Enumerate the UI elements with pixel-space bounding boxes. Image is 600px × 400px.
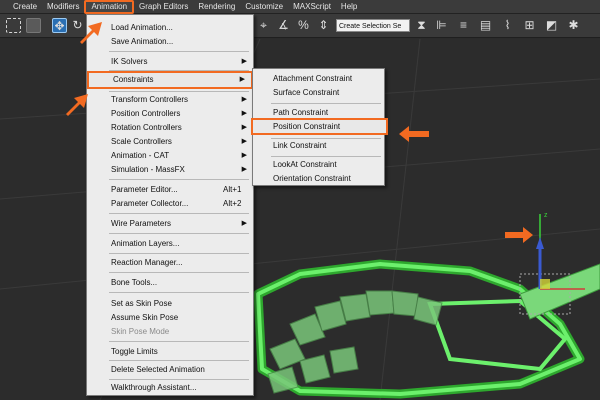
menu-divider	[109, 292, 249, 293]
window-crossing-icon[interactable]	[26, 18, 41, 33]
mirror-icon[interactable]: ⧗	[414, 18, 429, 33]
label: Toggle Limits	[111, 347, 158, 356]
label: Orientation Constraint	[273, 174, 351, 183]
menu-item-animation-layers[interactable]: Animation Layers...	[87, 235, 253, 253]
submenu-arrow-icon: ▶	[239, 76, 245, 83]
label: Rotation Controllers	[111, 123, 182, 132]
callout-arrow-icon	[505, 227, 533, 243]
label: Bone Tools...	[111, 278, 158, 287]
menu-create[interactable]: Create	[8, 0, 42, 14]
menu-item-parameter-collector[interactable]: Parameter Collector... Alt+2	[87, 195, 253, 213]
spinner-snap-icon[interactable]: ⇕	[316, 18, 331, 33]
callout-arrow-icon	[399, 126, 429, 142]
animation-menu: Load Animation... Save Animation... IK S…	[86, 14, 254, 396]
label: Save Animation...	[111, 37, 174, 46]
menu-item-bone-tools[interactable]: Bone Tools...	[87, 274, 253, 292]
submenu-arrow-icon: ▶	[241, 166, 247, 173]
menu-help[interactable]: Help	[336, 0, 362, 14]
menu-maxscript[interactable]: MAXScript	[288, 0, 336, 14]
menu-item-reaction-manager[interactable]: Reaction Manager...	[87, 254, 253, 272]
snap-toggle-icon[interactable]: ⌖	[256, 18, 271, 33]
submenu-item-link-constraint[interactable]: Link Constraint	[253, 137, 384, 154]
menu-item-toggle-limits[interactable]: Toggle Limits	[87, 343, 253, 361]
callout-arrow-icon	[66, 94, 88, 116]
label: Parameter Collector...	[111, 199, 189, 208]
label: Skin Pose Mode	[111, 327, 170, 336]
menu-item-walkthrough-assistant[interactable]: Walkthrough Assistant...	[87, 379, 253, 397]
menu-graph-editors[interactable]: Graph Editors	[134, 0, 193, 14]
menu-divider	[109, 213, 249, 214]
label: Position Controllers	[111, 109, 181, 118]
constraints-submenu: Attachment Constraint Surface Constraint…	[251, 68, 388, 187]
ribbon-icon[interactable]: ▤	[478, 18, 493, 33]
submenu-item-position-constraint[interactable]: Position Constraint	[251, 118, 388, 135]
menu-item-ik-solvers[interactable]: IK Solvers ▶	[87, 53, 253, 71]
percent-snap-icon[interactable]: %	[296, 18, 311, 33]
submenu-item-orientation-constraint[interactable]: Orientation Constraint	[253, 170, 384, 187]
submenu-item-surface-constraint[interactable]: Surface Constraint	[253, 84, 384, 101]
select-region-icon[interactable]	[6, 18, 21, 33]
menu-rendering[interactable]: Rendering	[193, 0, 240, 14]
material-editor-icon[interactable]: ◩	[544, 18, 559, 33]
menu-divider	[109, 272, 249, 273]
menu-divider	[109, 179, 249, 180]
menu-bar: Create Modifiers Animation Graph Editors…	[0, 0, 600, 14]
menu-item-skin-pose-mode: Skin Pose Mode	[87, 323, 253, 341]
selection-set-dropdown[interactable]: Create Selection Se	[336, 19, 410, 32]
label: Load Animation...	[111, 23, 173, 32]
label: Position Constraint	[273, 122, 341, 131]
menu-animation[interactable]: Animation	[84, 0, 135, 14]
label: Link Constraint	[273, 141, 327, 150]
label: Surface Constraint	[273, 88, 340, 97]
angle-snap-icon[interactable]: ∡	[276, 18, 291, 33]
label: Simulation - MassFX	[111, 165, 185, 174]
curve-editor-icon[interactable]: ⌇	[500, 18, 515, 33]
menu-divider	[109, 341, 249, 342]
label: Scale Controllers	[111, 137, 172, 146]
menu-item-simulation-massfx[interactable]: Simulation - MassFX ▶	[87, 161, 253, 179]
callout-arrow-icon	[80, 22, 102, 44]
label: Attachment Constraint	[273, 74, 353, 83]
label: Animation Layers...	[111, 239, 180, 248]
menu-divider	[109, 233, 249, 234]
layer-manager-icon[interactable]: ≡	[456, 18, 471, 33]
menu-item-delete-selected-animation[interactable]: Delete Selected Animation	[87, 361, 253, 379]
menu-customize[interactable]: Customize	[240, 0, 288, 14]
label: Animation - CAT	[111, 151, 170, 160]
label: Path Constraint	[273, 108, 329, 117]
align-icon[interactable]: ⊫	[434, 18, 449, 33]
schematic-view-icon[interactable]: ⊞	[522, 18, 537, 33]
label: Transform Controllers	[111, 95, 189, 104]
menu-item-wire-parameters[interactable]: Wire Parameters ▶	[87, 215, 253, 233]
label: LookAt Constraint	[273, 160, 337, 169]
menu-modifiers[interactable]: Modifiers	[42, 0, 84, 14]
menu-item-constraints[interactable]: Constraints ▶	[87, 71, 253, 89]
submenu-arrow-icon: ▶	[241, 58, 247, 65]
submenu-arrow-icon: ▶	[241, 220, 247, 227]
label: Wire Parameters	[111, 219, 172, 228]
label: Parameter Editor...	[111, 185, 178, 194]
shortcut-label: Alt+2	[223, 199, 242, 208]
render-setup-icon[interactable]: ✱	[566, 18, 581, 33]
label: Delete Selected Animation	[111, 365, 205, 374]
svg-text:z: z	[544, 212, 548, 219]
label: IK Solvers	[111, 57, 148, 66]
label: Walkthrough Assistant...	[111, 383, 197, 392]
menu-divider	[109, 51, 249, 52]
label: Assume Skin Pose	[111, 313, 179, 322]
label: Reaction Manager...	[111, 258, 183, 267]
label: Set as Skin Pose	[111, 299, 172, 308]
select-move-icon[interactable]: ✥	[52, 18, 67, 33]
menu-item-save-animation[interactable]: Save Animation...	[87, 33, 253, 51]
label: Constraints	[113, 75, 154, 84]
